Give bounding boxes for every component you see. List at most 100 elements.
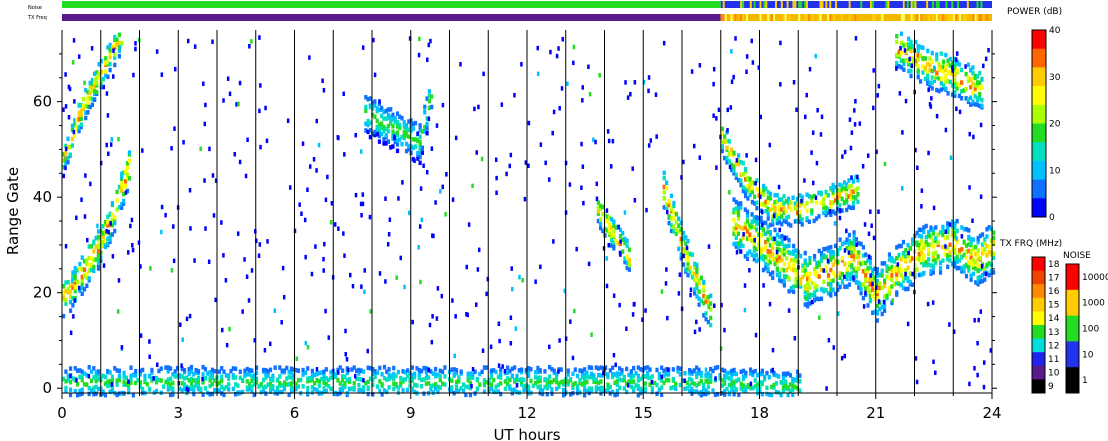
scatter-cell bbox=[440, 293, 444, 299]
scatter-cell bbox=[850, 130, 854, 135]
scatter-cell bbox=[220, 220, 223, 225]
scatter-cell bbox=[895, 66, 898, 71]
scatter-cell bbox=[245, 274, 249, 280]
echo-cell bbox=[716, 364, 720, 370]
scatter-cell bbox=[265, 138, 269, 144]
scatter-cell bbox=[482, 71, 485, 77]
power-colorbar-swatch bbox=[1032, 123, 1046, 143]
scatter-cell bbox=[354, 192, 358, 198]
echo-cell bbox=[789, 223, 793, 228]
scatter-cell bbox=[814, 53, 817, 59]
echo-cell bbox=[324, 367, 328, 372]
scatter-cell bbox=[856, 174, 859, 180]
echo-cell bbox=[113, 228, 117, 234]
scatter-cell bbox=[419, 186, 423, 191]
echo-cell bbox=[736, 212, 741, 217]
echo-cell bbox=[978, 91, 982, 97]
txfreq-status-tick bbox=[759, 14, 762, 21]
scatter-cell bbox=[976, 372, 979, 378]
scatter-cell bbox=[247, 298, 251, 303]
echo-cell bbox=[529, 378, 533, 384]
echo-cell bbox=[711, 388, 715, 393]
y-tick-label: 40 bbox=[33, 188, 52, 206]
echo-cell bbox=[847, 282, 852, 287]
scatter-cell bbox=[735, 158, 739, 163]
power-colorbar-swatch bbox=[1032, 160, 1046, 181]
scatter-cell bbox=[505, 171, 508, 177]
scatter-cell bbox=[388, 217, 392, 223]
scatter-cell bbox=[250, 39, 253, 44]
echo-cell bbox=[939, 51, 943, 56]
txfreq-status-tick bbox=[873, 14, 876, 21]
scatter-cell bbox=[633, 80, 637, 85]
noise-status-tick bbox=[939, 1, 942, 8]
scatter-cell bbox=[258, 108, 261, 114]
scatter-cell bbox=[845, 228, 848, 234]
echo-cell bbox=[550, 387, 554, 392]
echo-cell bbox=[847, 232, 852, 238]
echo-cell bbox=[68, 308, 73, 313]
scatter-cell bbox=[650, 379, 654, 385]
echo-cell bbox=[492, 377, 496, 383]
scatter-cell bbox=[572, 60, 575, 66]
txfreq-status-tick bbox=[771, 14, 774, 21]
scatter-cell bbox=[500, 102, 504, 107]
scatter-cell bbox=[361, 201, 365, 207]
scatter-cell bbox=[730, 49, 733, 54]
txfreq-status-tick bbox=[871, 14, 874, 21]
echo-cell bbox=[960, 80, 964, 85]
echo-cell bbox=[805, 208, 809, 213]
scatter-cell bbox=[323, 241, 326, 247]
echo-cell bbox=[148, 386, 152, 392]
echo-cell bbox=[960, 95, 964, 101]
scatter-cell bbox=[819, 132, 823, 137]
echo-cell bbox=[576, 373, 580, 379]
echo-cell bbox=[71, 303, 75, 308]
scatter-cell bbox=[971, 218, 974, 224]
echo-cell bbox=[213, 368, 217, 374]
scatter-cell bbox=[803, 178, 806, 183]
echo-cell bbox=[955, 67, 959, 73]
scatter-cell bbox=[588, 91, 592, 97]
echo-cell bbox=[68, 387, 73, 393]
scatter-cell bbox=[544, 160, 547, 166]
noise-colorbar-tick-label: 10000 bbox=[1082, 273, 1108, 283]
scatter-cell bbox=[106, 113, 110, 118]
txfreq-status-tick bbox=[819, 14, 822, 21]
scatter-cell bbox=[792, 79, 796, 85]
scatter-cell bbox=[75, 377, 78, 383]
echo-cell bbox=[923, 65, 927, 71]
echo-cell bbox=[159, 378, 163, 383]
scatter-cell bbox=[717, 107, 721, 113]
echo-cell bbox=[598, 221, 603, 227]
x-tick-label: 9 bbox=[406, 404, 416, 422]
echo-cell bbox=[103, 374, 108, 380]
echo-cell bbox=[782, 278, 786, 284]
scatter-cell bbox=[581, 164, 585, 169]
echo-cell bbox=[473, 391, 477, 396]
scatter-cell bbox=[822, 268, 826, 273]
noise-status-tick bbox=[755, 1, 758, 8]
scatter-cell bbox=[225, 342, 229, 348]
echo-cell bbox=[415, 383, 419, 388]
scatter-cell bbox=[735, 249, 739, 255]
scatter-cell bbox=[514, 326, 518, 331]
echo-cell bbox=[590, 365, 594, 371]
scatter-cell bbox=[77, 285, 81, 291]
echo-cell bbox=[655, 367, 659, 373]
echo-cell bbox=[774, 381, 778, 386]
scatter-cell bbox=[820, 114, 824, 120]
scatter-cell bbox=[590, 332, 593, 337]
scatter-cell bbox=[343, 253, 346, 258]
txfreq-status-tick bbox=[782, 14, 785, 21]
echo-cell bbox=[475, 386, 480, 392]
echo-cell bbox=[771, 252, 775, 257]
echo-cell bbox=[840, 278, 845, 284]
echo-cell bbox=[831, 249, 835, 255]
scatter-cell bbox=[712, 113, 715, 118]
scatter-cell bbox=[111, 254, 115, 259]
echo-cell bbox=[838, 284, 842, 290]
scatter-cell bbox=[841, 154, 844, 159]
echo-cell bbox=[384, 133, 388, 138]
echo-cell bbox=[443, 374, 447, 379]
